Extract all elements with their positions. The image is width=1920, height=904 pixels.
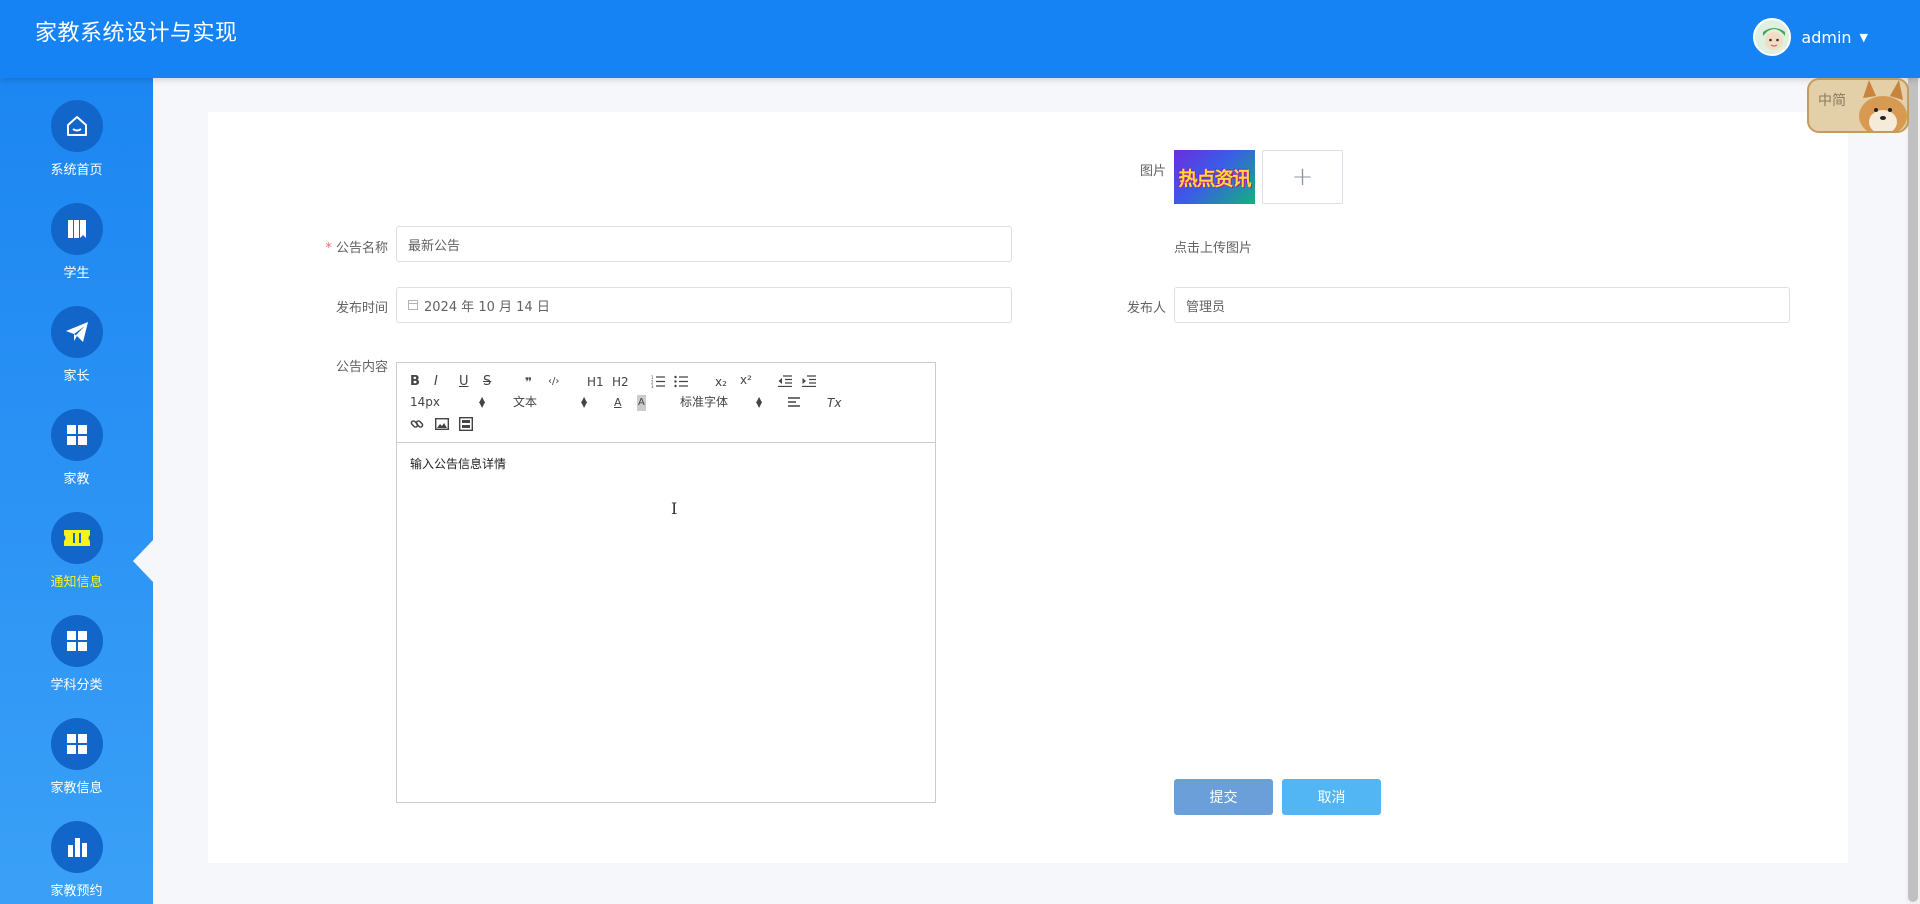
cancel-button[interactable]: 取消 bbox=[1282, 779, 1381, 815]
mascot-text: 中简 bbox=[1818, 93, 1846, 109]
svg-text:3: 3 bbox=[651, 384, 654, 388]
user-name[interactable]: admin bbox=[1801, 28, 1851, 47]
sidebar-item-label: 学科分类 bbox=[50, 678, 103, 693]
page-scrollbar[interactable] bbox=[1906, 62, 1920, 904]
publisher-value: 管理员 bbox=[1186, 299, 1226, 315]
sidebar-item-bookings[interactable]: 家教预约 bbox=[0, 821, 153, 904]
grid-icon bbox=[50, 409, 103, 461]
sidebar-item-parents[interactable]: 家长 bbox=[0, 306, 153, 404]
clear-format-button[interactable]: Tx bbox=[827, 395, 841, 411]
avatar[interactable] bbox=[1753, 18, 1792, 56]
background-color-icon[interactable]: A bbox=[637, 395, 646, 411]
user-menu[interactable]: admin ▼ bbox=[1753, 18, 1868, 56]
editor-toolbar: B I U S ❞ ‹/› H1 H2 123 x₂ x² 14px ▲ ▼ 文本… bbox=[397, 363, 935, 443]
scrollbar-thumb[interactable] bbox=[1908, 66, 1918, 902]
underline-button[interactable]: U bbox=[459, 374, 469, 390]
header-select[interactable]: 文本 bbox=[513, 394, 537, 410]
grid-icon bbox=[50, 615, 103, 667]
thumbnail-text: 热点资讯 bbox=[1178, 167, 1251, 190]
code-block-button[interactable]: ‹/› bbox=[548, 374, 559, 390]
select-arrows-icon: ▲ ▼ bbox=[756, 395, 763, 409]
rich-text-editor[interactable]: B I U S ❞ ‹/› H1 H2 123 x₂ x² 14px ▲ ▼ 文本… bbox=[396, 362, 936, 803]
uploaded-image[interactable]: 热点资讯 bbox=[1174, 150, 1255, 204]
upload-button[interactable]: + bbox=[1262, 150, 1343, 204]
home-icon bbox=[50, 100, 103, 152]
name-label: * 公告名称 bbox=[300, 237, 388, 256]
active-indicator bbox=[133, 540, 153, 582]
font-size-select[interactable]: 14px bbox=[410, 394, 440, 410]
sidebar-item-home[interactable]: 系统首页 bbox=[0, 100, 153, 198]
video-icon[interactable] bbox=[459, 417, 473, 431]
notice-name-value: 最新公告 bbox=[408, 238, 461, 254]
publish-date-picker[interactable]: 2024 年 10 月 14 日 bbox=[396, 287, 1012, 323]
text-color-icon[interactable]: A bbox=[614, 395, 622, 411]
select-arrows-icon: ▲ ▼ bbox=[581, 395, 588, 409]
align-left-icon[interactable] bbox=[788, 397, 802, 409]
blockquote-button[interactable]: ❞ bbox=[525, 374, 532, 390]
text-cursor-icon: I bbox=[671, 499, 678, 518]
time-label: 发布时间 bbox=[335, 301, 388, 316]
editor-content[interactable]: 输入公告信息详情 bbox=[410, 455, 506, 472]
link-icon[interactable] bbox=[410, 417, 424, 431]
submit-button[interactable]: 提交 bbox=[1174, 779, 1273, 815]
subscript-button[interactable]: x₂ bbox=[715, 374, 727, 390]
content-label: 公告内容 bbox=[335, 360, 388, 375]
outdent-icon[interactable] bbox=[778, 375, 792, 387]
required-star: * bbox=[325, 241, 332, 256]
plus-icon: + bbox=[1291, 162, 1314, 192]
font-family-select[interactable]: 标准字体 bbox=[680, 394, 728, 410]
sidebar-item-label: 家长 bbox=[63, 369, 90, 384]
sidebar-item-tutor-info[interactable]: 家教信息 bbox=[0, 718, 153, 816]
sidebar: 系统首页 学生 家长 家教 通知信息 学科分类 家教信息 家教预约 bbox=[0, 78, 153, 904]
book-icon bbox=[50, 203, 103, 255]
dog-icon bbox=[1859, 80, 1907, 131]
sidebar-item-notices[interactable]: 通知信息 bbox=[0, 512, 153, 610]
sidebar-item-label: 通知信息 bbox=[50, 575, 103, 590]
sidebar-item-label: 系统首页 bbox=[50, 163, 103, 178]
ticket-icon bbox=[50, 512, 103, 564]
image-icon[interactable] bbox=[435, 418, 449, 430]
publisher-label: 发布人 bbox=[1126, 301, 1166, 316]
notice-name-input[interactable]: 最新公告 bbox=[396, 226, 1012, 262]
publisher-input[interactable]: 管理员 bbox=[1174, 287, 1790, 323]
mascot-widget[interactable]: 中简 bbox=[1807, 78, 1909, 133]
sidebar-item-subjects[interactable]: 学科分类 bbox=[0, 615, 153, 713]
superscript-button[interactable]: x² bbox=[740, 372, 752, 388]
calendar-icon bbox=[408, 300, 418, 310]
image-label: 图片 bbox=[1139, 164, 1166, 179]
indent-icon[interactable] bbox=[802, 375, 816, 387]
app-title: 家教系统设计与实现 bbox=[35, 21, 238, 46]
sidebar-item-label: 家教信息 bbox=[50, 781, 103, 796]
top-header: 家教系统设计与实现 admin ▼ bbox=[0, 0, 1920, 78]
h2-button[interactable]: H2 bbox=[612, 374, 629, 390]
select-arrows-icon: ▲ ▼ bbox=[479, 395, 486, 409]
bold-button[interactable]: B bbox=[410, 374, 420, 390]
strike-button[interactable]: S bbox=[483, 374, 491, 390]
sidebar-item-label: 家教预约 bbox=[50, 884, 103, 899]
bullet-list-icon[interactable] bbox=[674, 375, 688, 388]
bar-chart-icon bbox=[50, 821, 103, 873]
upload-hint: 点击上传图片 bbox=[1174, 241, 1253, 256]
sidebar-item-label: 学生 bbox=[63, 266, 90, 281]
sidebar-item-students[interactable]: 学生 bbox=[0, 203, 153, 301]
paper-plane-icon bbox=[50, 306, 103, 358]
sidebar-item-label: 家教 bbox=[63, 472, 90, 487]
grid-icon bbox=[50, 718, 103, 770]
name-label-text: 公告名称 bbox=[335, 241, 388, 256]
caret-down-icon[interactable]: ▼ bbox=[1860, 31, 1868, 44]
italic-button[interactable]: I bbox=[434, 374, 438, 390]
publish-date-value: 2024 年 10 月 14 日 bbox=[424, 299, 550, 315]
ordered-list-icon[interactable]: 123 bbox=[651, 375, 665, 388]
h1-button[interactable]: H1 bbox=[587, 374, 604, 390]
sidebar-item-tutors[interactable]: 家教 bbox=[0, 409, 153, 507]
